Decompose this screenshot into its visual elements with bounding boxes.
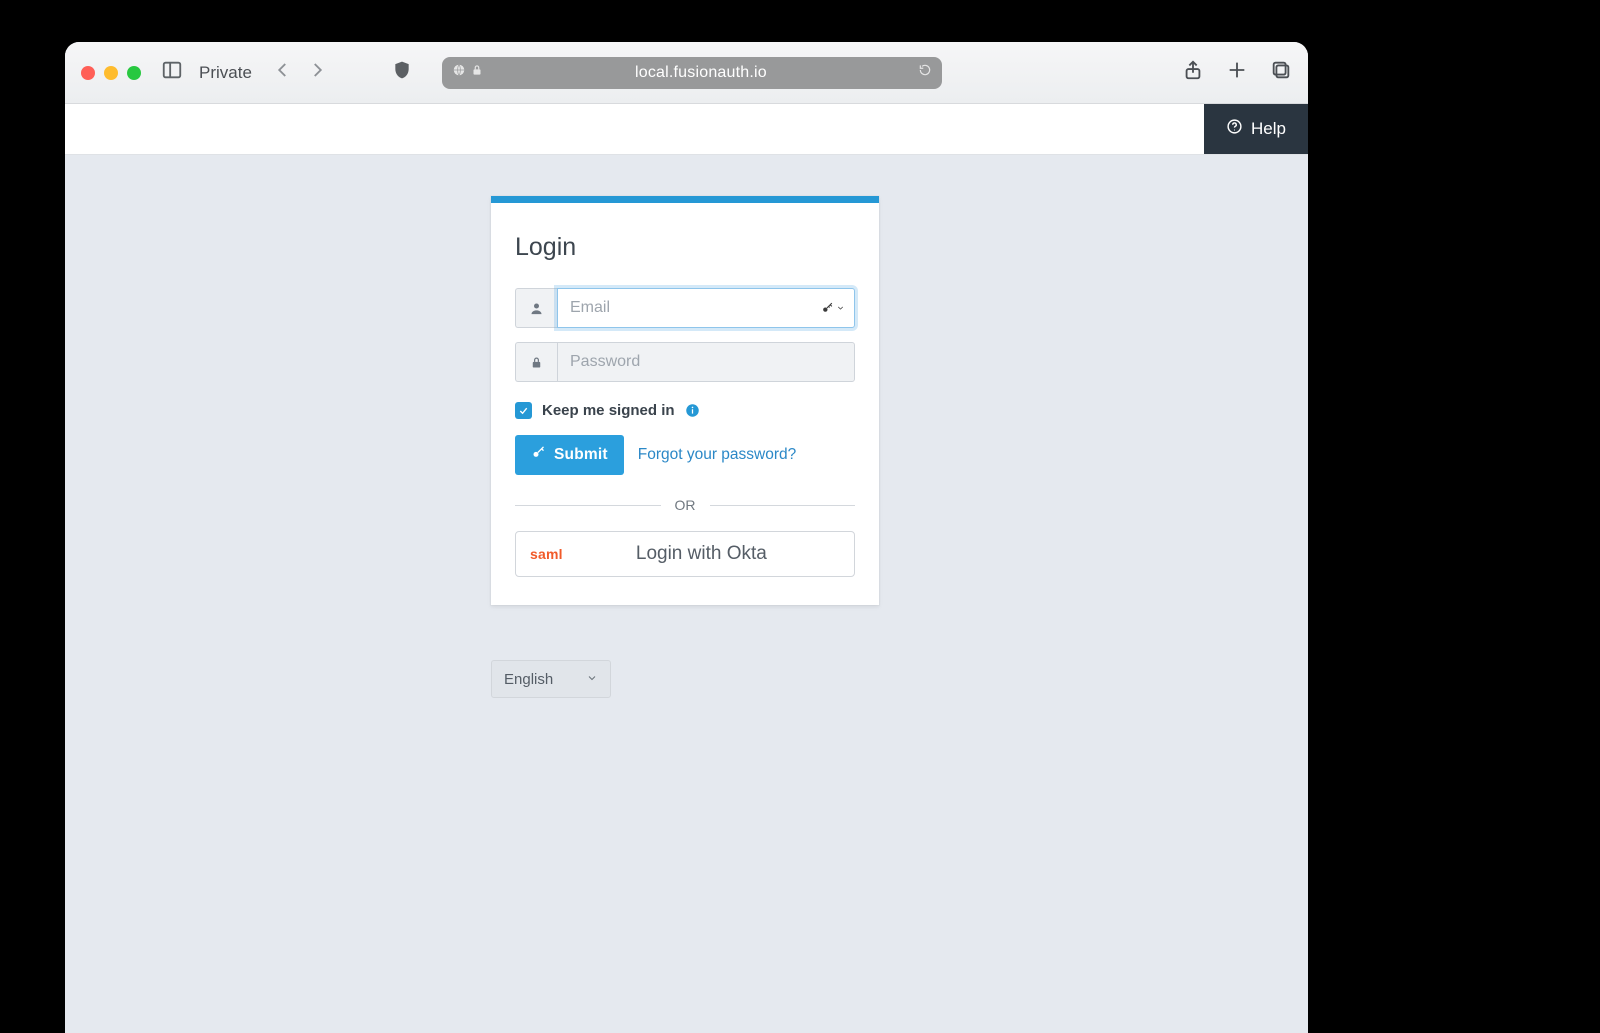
keep-signed-in-row: Keep me signed in <box>515 402 855 419</box>
forgot-password-link[interactable]: Forgot your password? <box>638 446 797 464</box>
browser-window: Private local.fusionauth.io <box>65 42 1308 1033</box>
lock-icon <box>515 342 557 382</box>
window-fullscreen-button[interactable] <box>127 66 141 80</box>
divider-label: OR <box>675 497 696 513</box>
login-with-okta-button[interactable]: saml Login with Okta <box>515 531 855 577</box>
password-field-group <box>515 342 855 382</box>
new-tab-icon[interactable] <box>1226 59 1248 86</box>
user-icon <box>515 288 557 328</box>
help-button[interactable]: Help <box>1204 104 1308 154</box>
globe-icon <box>452 63 466 82</box>
login-actions: Submit Forgot your password? <box>515 435 855 475</box>
password-input[interactable] <box>557 342 855 382</box>
info-icon[interactable] <box>685 403 700 418</box>
login-title: Login <box>515 233 855 262</box>
login-divider: OR <box>515 497 855 513</box>
language-selected: English <box>504 671 553 688</box>
address-bar[interactable]: local.fusionauth.io <box>442 57 942 89</box>
window-controls <box>81 66 141 80</box>
chevron-down-icon <box>586 671 598 688</box>
address-bar-url: local.fusionauth.io <box>484 64 918 82</box>
reload-icon[interactable] <box>918 63 932 82</box>
app-header: Help <box>65 104 1308 155</box>
key-icon <box>531 445 546 465</box>
page-content: Login <box>65 155 1308 1033</box>
idp-badge: saml <box>530 546 563 562</box>
share-icon[interactable] <box>1182 59 1204 86</box>
help-icon <box>1226 118 1243 140</box>
language-select[interactable]: English <box>491 660 611 698</box>
keep-signed-in-label: Keep me signed in <box>542 402 675 419</box>
help-label: Help <box>1251 119 1286 139</box>
idp-label: Login with Okta <box>563 543 840 565</box>
sidebar-toggle-icon[interactable] <box>161 59 183 86</box>
email-input[interactable] <box>557 288 855 328</box>
nav-back-button[interactable] <box>274 61 292 84</box>
window-close-button[interactable] <box>81 66 95 80</box>
window-minimize-button[interactable] <box>104 66 118 80</box>
browser-titlebar: Private local.fusionauth.io <box>65 42 1308 104</box>
nav-forward-button[interactable] <box>308 61 326 84</box>
lock-icon <box>470 63 484 82</box>
submit-button[interactable]: Submit <box>515 435 624 475</box>
submit-label: Submit <box>554 446 608 464</box>
keep-signed-in-checkbox[interactable] <box>515 402 532 419</box>
tracking-shield-icon[interactable] <box>392 59 412 86</box>
login-card: Login <box>491 196 879 605</box>
email-field-group <box>515 288 855 328</box>
private-mode-label: Private <box>199 63 252 83</box>
tab-overview-icon[interactable] <box>1270 59 1292 86</box>
